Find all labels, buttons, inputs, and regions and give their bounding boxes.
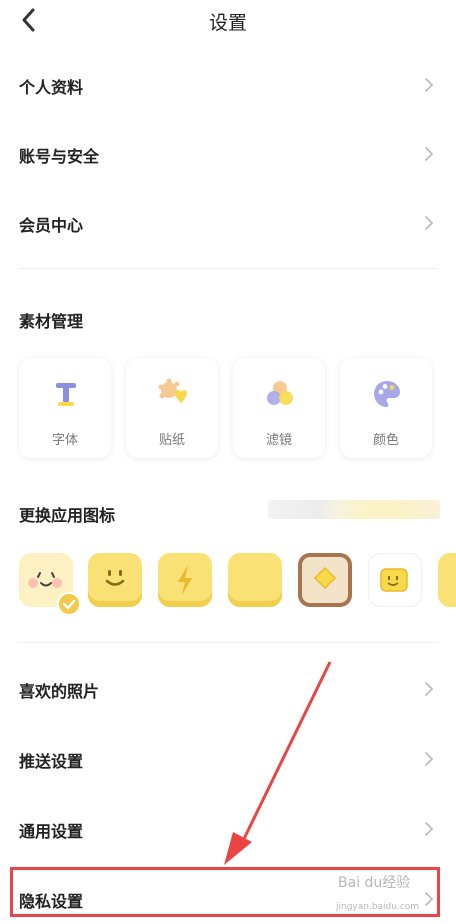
- material-label: 滤镜: [265, 433, 292, 448]
- row-label: 推送设置: [19, 752, 84, 771]
- selected-check-icon: [57, 592, 81, 616]
- app-icon-option-partial[interactable]: [438, 553, 456, 607]
- chevron-right-icon: [425, 752, 434, 766]
- app-icon-option-mini-smiley[interactable]: [368, 553, 422, 607]
- smiley-icon: [105, 570, 125, 586]
- row-label: 账号与安全: [19, 147, 100, 166]
- mini-smiley-icon: [380, 568, 408, 592]
- sticker-icon: [158, 378, 187, 404]
- toast-diamond-icon: [313, 566, 337, 590]
- filter-icon: [267, 381, 293, 405]
- header: 设置: [0, 0, 456, 40]
- material-label: 贴纸: [158, 433, 185, 448]
- chevron-right-icon: [425, 682, 434, 696]
- chevron-right-icon: [425, 147, 434, 161]
- material-filter[interactable]: 滤镜: [233, 358, 325, 458]
- watermark-url: jingyan.baidu.com: [336, 902, 420, 912]
- font-icon: [56, 383, 76, 406]
- row-label: 个人资料: [19, 78, 84, 97]
- app-icon-title: 更换应用图标: [19, 506, 116, 525]
- row-profile[interactable]: 个人资料: [0, 60, 456, 110]
- row-liked-photos[interactable]: 喜欢的照片: [0, 664, 456, 714]
- materials-title: 素材管理: [19, 312, 84, 331]
- divider: [19, 268, 437, 269]
- divider: [19, 642, 437, 643]
- material-font[interactable]: 字体: [19, 358, 111, 458]
- blurred-area: [268, 500, 440, 519]
- chevron-right-icon: [425, 78, 434, 92]
- app-icon-option-lightning[interactable]: [158, 553, 212, 607]
- palette-icon: [374, 381, 400, 407]
- row-general-settings[interactable]: 通用设置: [0, 804, 456, 854]
- row-membership[interactable]: 会员中心: [0, 198, 456, 248]
- chevron-right-icon: [425, 216, 434, 230]
- row-label: 喜欢的照片: [19, 682, 100, 701]
- material-color[interactable]: 颜色: [340, 358, 432, 458]
- app-icon-option-smiley-yellow[interactable]: [88, 553, 142, 607]
- material-sticker[interactable]: 贴纸: [126, 358, 218, 458]
- app-icon-option-toast[interactable]: [298, 553, 352, 607]
- lightning-icon: [178, 565, 192, 595]
- material-label: 颜色: [372, 433, 399, 448]
- app-icon-option-plain-yellow[interactable]: [228, 553, 282, 607]
- row-label: 通用设置: [19, 822, 84, 841]
- row-label: 会员中心: [19, 216, 84, 235]
- row-push-settings[interactable]: 推送设置: [0, 734, 456, 784]
- row-account-security[interactable]: 账号与安全: [0, 129, 456, 179]
- chevron-right-icon: [425, 822, 434, 836]
- material-label: 字体: [51, 433, 78, 448]
- watermark: Bai du经验: [338, 875, 411, 891]
- page-title: 设置: [208, 12, 247, 34]
